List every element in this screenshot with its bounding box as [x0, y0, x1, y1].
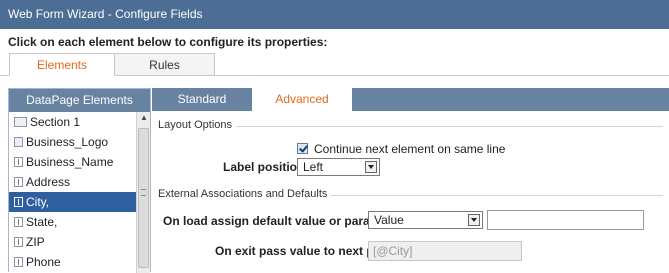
external-associations-legend: External Associations and Defaults	[158, 188, 332, 200]
label-position-select[interactable]: Left	[297, 158, 380, 176]
text-field-icon	[14, 197, 23, 207]
section-icon	[14, 117, 27, 127]
elements-list: Section 1 Business_Logo Business_Name Ad…	[9, 112, 137, 272]
on-exit-value-field: [@City]	[368, 241, 522, 261]
list-item-label: Business_Name	[26, 155, 114, 169]
text-field-icon	[14, 257, 23, 267]
list-item-label: State,	[26, 215, 58, 229]
tab-standard[interactable]: Standard	[152, 88, 252, 111]
list-item-label: Section 1	[30, 115, 81, 129]
on-exit-value: [@City]	[373, 244, 413, 258]
on-load-type-select[interactable]: Value	[368, 211, 483, 229]
list-item-label: ZIP	[26, 235, 45, 249]
tab-elements[interactable]: Elements	[9, 53, 115, 76]
list-item-label: Business_Logo	[26, 135, 109, 149]
datapage-elements-panel: DataPage Elements Section 1 Business_Log…	[8, 88, 151, 273]
list-scrollbar[interactable]: ▲	[136, 112, 150, 273]
list-item-city[interactable]: City,	[9, 192, 137, 212]
tab-standard-label: Standard	[177, 92, 227, 106]
tab-rules[interactable]: Rules	[115, 53, 215, 76]
text-field-icon	[14, 157, 23, 167]
window-title-bar: Web Form Wizard - Configure Fields	[0, 0, 669, 29]
image-field-icon	[14, 137, 23, 147]
list-item-business-name[interactable]: Business_Name	[9, 152, 137, 172]
list-item-zip[interactable]: ZIP	[9, 232, 137, 252]
layout-options-legend: Layout Options	[158, 119, 236, 131]
list-item-section-1[interactable]: Section 1	[9, 112, 137, 132]
top-tab-bar: Elements Rules	[0, 50, 669, 76]
list-item-label: Address	[26, 175, 71, 189]
list-item-label: City,	[26, 195, 50, 209]
scrollbar-grip-icon	[141, 189, 146, 196]
on-load-value-input[interactable]	[487, 210, 644, 230]
label-position-label: Label position:	[223, 160, 309, 174]
continue-same-line-checkbox[interactable]	[297, 143, 308, 154]
window-title: Web Form Wizard - Configure Fields	[8, 7, 203, 21]
chevron-down-icon	[468, 214, 480, 226]
tab-elements-label: Elements	[36, 58, 88, 72]
instruction-text: Click on each element below to configure…	[8, 35, 328, 49]
label-position-value: Left	[303, 160, 324, 174]
sub-tab-bar: Standard Advanced	[152, 88, 669, 111]
properties-panel: Standard Advanced Layout Options Continu…	[152, 88, 669, 272]
tab-advanced[interactable]: Advanced	[252, 88, 352, 111]
advanced-tab-content: Layout Options Continue next element on …	[152, 111, 669, 272]
panel-header: DataPage Elements	[9, 89, 150, 112]
continue-same-line-label: Continue next element on same line	[314, 142, 506, 156]
tab-rules-label: Rules	[149, 58, 180, 72]
tab-advanced-label: Advanced	[275, 92, 329, 106]
chevron-down-icon	[365, 161, 377, 173]
scroll-up-arrow-icon[interactable]: ▲	[140, 114, 148, 122]
list-item-state[interactable]: State,	[9, 212, 137, 232]
list-item-phone[interactable]: Phone	[9, 252, 137, 272]
list-item-label: Phone	[26, 255, 61, 269]
text-field-icon	[14, 217, 23, 227]
text-field-icon	[14, 177, 23, 187]
list-item-address[interactable]: Address	[9, 172, 137, 192]
on-load-type-value: Value	[374, 213, 404, 227]
text-field-icon	[14, 237, 23, 247]
list-item-business-logo[interactable]: Business_Logo	[9, 132, 137, 152]
scrollbar-thumb[interactable]	[138, 128, 149, 268]
